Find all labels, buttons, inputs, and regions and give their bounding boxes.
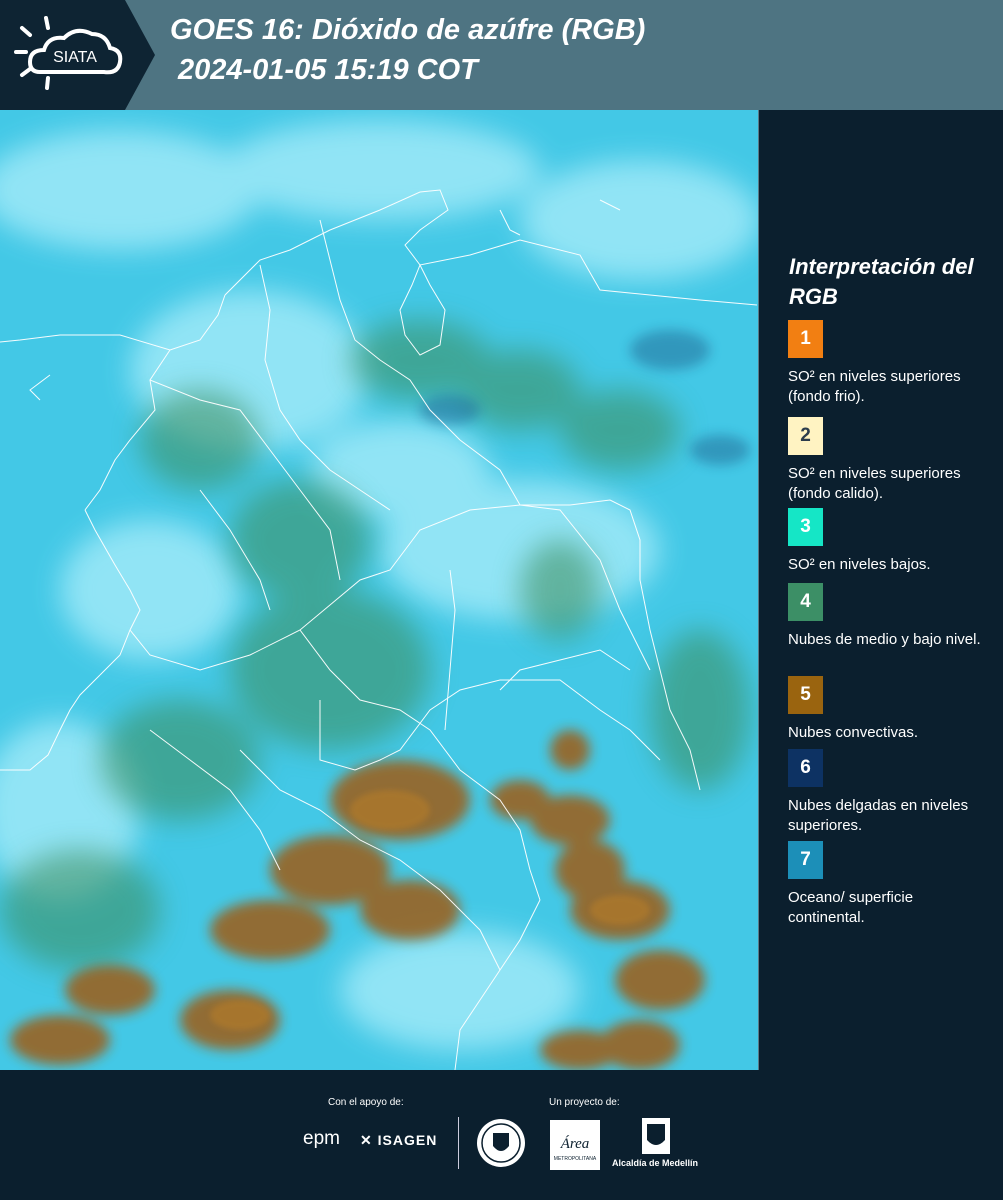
legend-swatch: 6 [788,749,823,787]
legend-swatch: 3 [788,508,823,546]
timestamp: 2024-01-05 15:19 COT [178,54,478,86]
legend-item-7: 7 Oceano/ superficie continental. [788,841,993,928]
legend-title: Interpretación del RGB [789,254,974,309]
legend-label: SO² en niveles bajos. [788,556,931,573]
legend-label: SO² en niveles superiores (fondo calido)… [788,465,961,502]
legend-item-5: 5 Nubes convectivas. [788,676,993,743]
footer-divider [458,1117,459,1169]
legend-label: Nubes de medio y bajo nivel. [788,631,981,648]
svg-text:Área: Área [560,1135,590,1152]
legend-label: Nubes delgadas en niveles superiores. [788,797,969,834]
siata-logo[interactable]: SIATA [0,0,155,110]
legend-swatch: 5 [788,676,823,714]
legend-swatch: 4 [788,583,823,621]
alcaldia-label: Alcaldía de Medellín [612,1158,699,1168]
legend-item-1: 1 SO² en niveles superiores (fondo frio)… [788,320,993,407]
alcaldia-shield-icon[interactable] [612,1118,702,1156]
project-label: Un proyecto de: [549,1097,620,1108]
siata-logo-icon: SIATA [0,0,155,110]
legend-panel: Interpretación del RGB 1 SO² en niveles … [760,110,1003,1070]
legend-label: SO² en niveles superiores (fondo frio). [788,368,961,405]
legend-item-4: 4 Nubes de medio y bajo nivel. [788,583,993,650]
legend-swatch: 1 [788,320,823,358]
legend-swatch: 7 [788,841,823,879]
isagen-logo[interactable]: ✕ ISAGEN [360,1132,437,1149]
svg-text:METROPOLITANA: METROPOLITANA [554,1156,597,1162]
legend-item-6: 6 Nubes delgadas en niveles superiores. [788,749,993,836]
legend-item-3: 3 SO² en niveles bajos. [788,508,993,575]
support-label: Con el apoyo de: [328,1097,404,1108]
legend-swatch: 2 [788,417,823,455]
satellite-map[interactable] [0,110,759,1070]
medellin-seal-icon[interactable] [476,1118,526,1168]
epm-logo[interactable]: epm [303,1128,340,1150]
legend-label: Oceano/ superficie continental. [788,889,914,926]
isagen-label: ISAGEN [377,1132,438,1148]
footer-bar: Con el apoyo de: Un proyecto de: epm ✕ I… [0,1070,1003,1200]
satellite-image [0,110,758,1070]
isagen-icon: ✕ [360,1132,373,1148]
header-bar: SIATA GOES 16: Dióxido de azúfre (RGB) 2… [0,0,1003,110]
area-metropolitana-logo[interactable]: Área METROPOLITANA [550,1120,600,1170]
legend-label: Nubes convectivas. [788,724,919,741]
legend-item-2: 2 SO² en niveles superiores (fondo calid… [788,417,993,504]
page-title: GOES 16: Dióxido de azúfre (RGB) [170,14,646,46]
svg-text:SIATA: SIATA [53,49,97,66]
